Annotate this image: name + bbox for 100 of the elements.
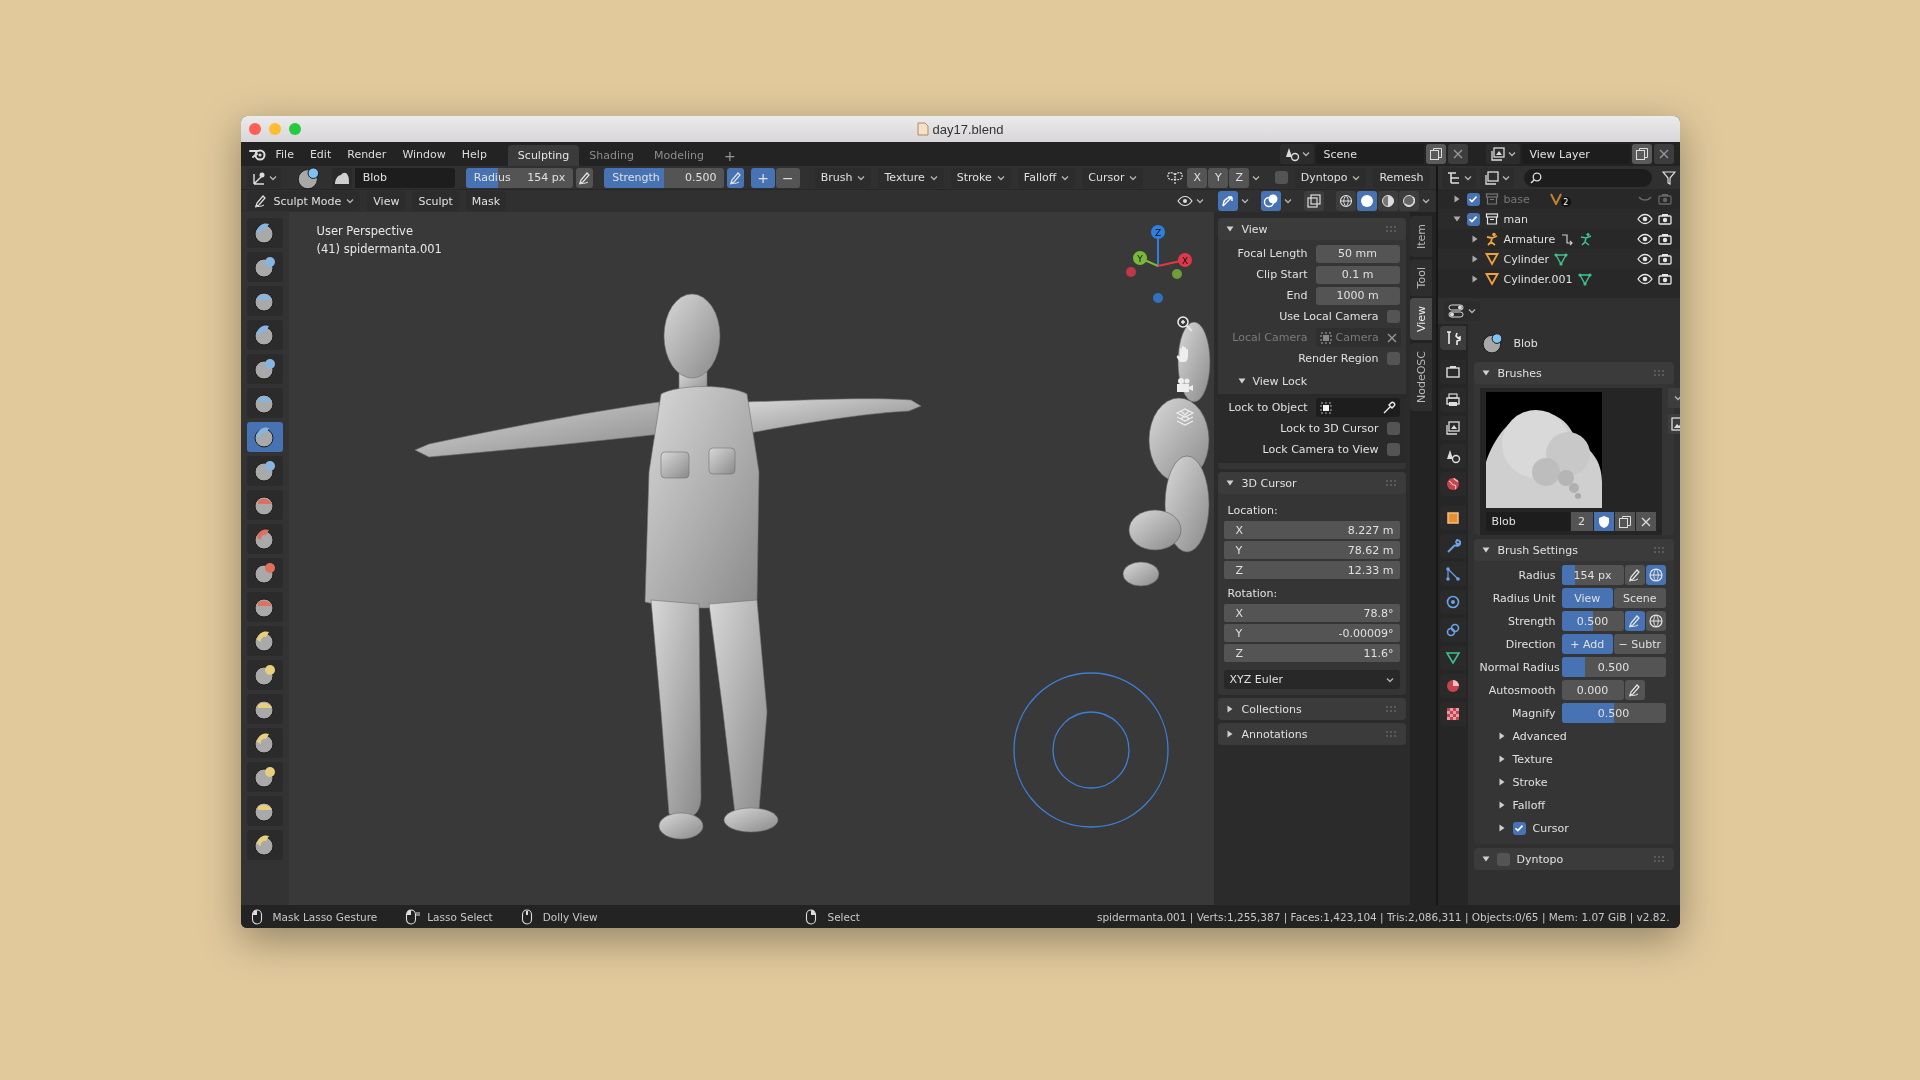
checkbox[interactable]	[1386, 443, 1400, 456]
subpanel-header[interactable]: Cursor	[1479, 818, 1668, 838]
properties-tab[interactable]	[1439, 618, 1466, 642]
pressure-toggle[interactable]	[727, 167, 745, 188]
delete-scene-button[interactable]	[1447, 144, 1468, 164]
object-field[interactable]	[1315, 398, 1400, 417]
menu-item[interactable]: Sculpt	[412, 191, 459, 211]
symmetry-axis-toggle[interactable]: Y	[1208, 167, 1229, 188]
direction-toggle[interactable]: −	[775, 167, 800, 188]
sculpt-tool-button[interactable]	[246, 796, 283, 826]
menu-item[interactable]: File	[268, 145, 301, 163]
panel-header[interactable]: Annotations	[1217, 723, 1406, 745]
menu-item[interactable]: Edit	[302, 145, 339, 163]
scene-name-field[interactable]: Scene	[1315, 144, 1424, 164]
subpanel-header[interactable]: View Lock	[1223, 370, 1400, 392]
checkbox[interactable]	[1512, 821, 1526, 835]
panel-header[interactable]: View	[1217, 218, 1406, 240]
brush-thumbnail-button[interactable]	[331, 167, 352, 188]
panel-header[interactable]: Brush Settings	[1473, 539, 1674, 561]
mode-dropdown[interactable]: Sculpt Mode	[246, 191, 361, 211]
dropdown-button[interactable]: Texture	[878, 167, 944, 188]
properties-tab[interactable]	[1439, 702, 1466, 726]
dropdown-button[interactable]: Stroke	[950, 167, 1011, 188]
sidebar-tab[interactable]: View	[1409, 298, 1432, 341]
expand-toggle[interactable]	[1469, 255, 1480, 263]
sculpt-tool-button[interactable]	[246, 728, 283, 758]
direction-toggle[interactable]: +	[751, 167, 775, 188]
panel-header[interactable]: Brushes	[1473, 362, 1674, 384]
shading-mode-button[interactable]	[1356, 191, 1377, 211]
dropdown-field[interactable]: XYZ Euler	[1223, 670, 1400, 689]
number-field[interactable]: 50 mm	[1315, 244, 1400, 263]
editor-type-button[interactable]	[1441, 167, 1476, 188]
menu-item[interactable]: Help	[454, 145, 494, 163]
expand-toggle[interactable]	[1469, 235, 1480, 243]
subpanel-header[interactable]: Advanced	[1479, 726, 1668, 746]
dyntopo-dropdown[interactable]: Dyntopo	[1294, 167, 1367, 188]
option-toggle[interactable]: − Subtr	[1614, 634, 1666, 654]
symmetry-axis-toggle[interactable]: X	[1187, 167, 1208, 188]
brush-preview-drawing[interactable]	[1485, 392, 1602, 508]
tool-settings-button[interactable]	[246, 167, 281, 188]
menu-item[interactable]: View	[367, 191, 406, 211]
properties-tab[interactable]	[1439, 326, 1466, 350]
sculpt-tool-button[interactable]	[246, 558, 283, 588]
add-workspace-button[interactable]: +	[713, 145, 746, 166]
properties-tab[interactable]	[1439, 444, 1466, 468]
remesh-button[interactable]: Remesh	[1373, 167, 1430, 188]
menu-item[interactable]: Render	[340, 145, 394, 163]
expand-toggle[interactable]	[1451, 215, 1462, 223]
properties-tab[interactable]	[1439, 534, 1466, 558]
checkbox[interactable]	[1466, 212, 1480, 226]
properties-tab[interactable]	[1439, 590, 1466, 614]
subpanel-header[interactable]: Falloff	[1479, 795, 1668, 815]
checkbox[interactable]	[1274, 171, 1288, 184]
number-field[interactable]: Z 12.33 m	[1223, 561, 1400, 579]
pressure-toggle[interactable]	[1624, 565, 1645, 585]
sidebar-tab[interactable]: NodeOSC	[1409, 342, 1432, 411]
sculpt-tool-button[interactable]	[246, 660, 283, 690]
sidebar-tab[interactable]: Item	[1409, 216, 1432, 258]
panel-header[interactable]: Dyntopo	[1473, 848, 1674, 870]
view-layer-name-field[interactable]: View Layer	[1521, 144, 1630, 164]
number-field[interactable]: Z 11.6°	[1223, 644, 1400, 662]
axis-gizmo[interactable]: Z Y X	[1125, 225, 1192, 303]
camera-icon[interactable]	[1657, 233, 1672, 245]
delete-view-layer-button[interactable]	[1653, 144, 1674, 164]
brush-name-field[interactable]: Blob	[1485, 512, 1570, 531]
filter-icon[interactable]	[1661, 170, 1676, 185]
brush-name-field[interactable]: Blob	[354, 167, 455, 188]
unified-toggle[interactable]	[1645, 565, 1666, 585]
sculpt-tool-button[interactable]	[246, 592, 283, 622]
pressure-toggle[interactable]	[1624, 611, 1645, 631]
workspace-tab[interactable]: Shading	[579, 145, 644, 166]
pressure-toggle[interactable]	[576, 167, 594, 188]
camera-icon[interactable]	[1657, 273, 1672, 285]
panel-header[interactable]: 3D Cursor	[1217, 472, 1406, 494]
duplicate-button[interactable]	[1614, 512, 1635, 531]
sculpt-tool-button[interactable]	[246, 830, 283, 860]
sculpt-tool-button[interactable]	[246, 218, 283, 248]
sculpt-tool-button[interactable]	[246, 762, 283, 792]
sculpt-tool-button[interactable]	[246, 388, 283, 418]
viewport-toggle[interactable]	[1260, 191, 1281, 211]
unlink-button[interactable]	[1635, 512, 1656, 531]
shading-mode-button[interactable]	[1398, 191, 1419, 211]
scene-selector-button[interactable]	[1279, 144, 1314, 164]
number-field[interactable]: 1000 m	[1315, 286, 1400, 305]
value-slider[interactable]: 0.500	[1561, 657, 1666, 677]
camera-icon[interactable]	[1657, 253, 1672, 265]
sculpt-tool-button[interactable]	[246, 286, 283, 316]
pressure-toggle[interactable]	[1624, 680, 1645, 700]
sculpt-tool-button[interactable]	[246, 524, 283, 554]
shading-mode-button[interactable]	[1377, 191, 1398, 211]
sculpt-tool-button[interactable]	[246, 456, 283, 486]
checkbox[interactable]	[1386, 310, 1400, 323]
properties-tab[interactable]	[1439, 472, 1466, 496]
viewport-toggle[interactable]	[1303, 191, 1324, 211]
workspace-tab[interactable]: Sculpting	[507, 145, 580, 166]
search-field[interactable]	[1523, 168, 1652, 187]
sculpt-tool-button[interactable]	[246, 694, 283, 724]
properties-tab[interactable]	[1439, 646, 1466, 670]
option-toggle[interactable]: Scene	[1614, 588, 1666, 608]
sculpt-tool-button[interactable]	[246, 252, 283, 282]
